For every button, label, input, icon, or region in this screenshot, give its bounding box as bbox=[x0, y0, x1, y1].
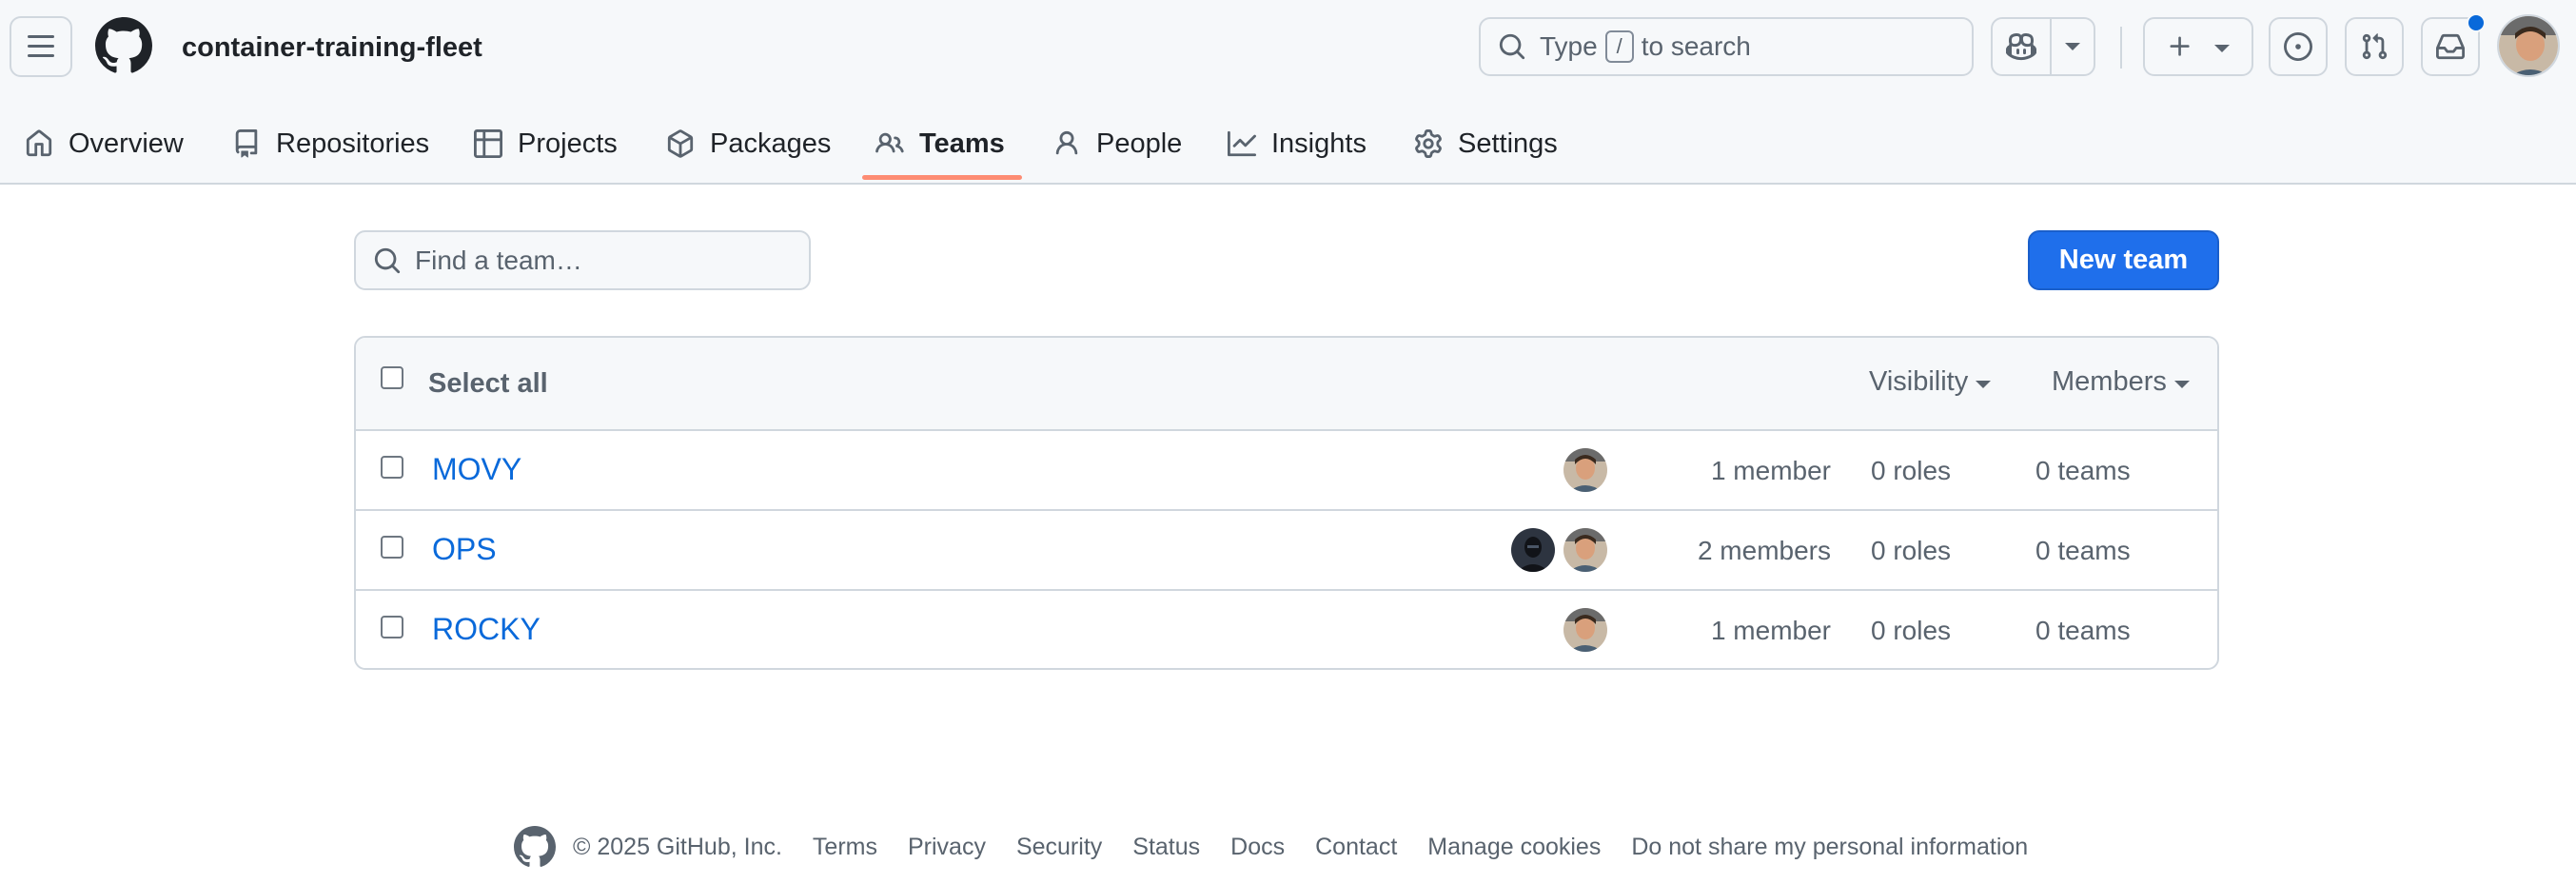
member-count[interactable]: 1 member bbox=[1593, 456, 1831, 486]
member-count[interactable]: 1 member bbox=[1593, 616, 1831, 646]
teams-table-header: Select all Visibility Members bbox=[356, 338, 2217, 431]
chevron-down-icon bbox=[2173, 380, 2190, 388]
github-mark-icon bbox=[95, 17, 152, 73]
copilot-dropdown-button[interactable] bbox=[2052, 43, 2094, 50]
tab-label: Packages bbox=[710, 128, 832, 159]
tab-repositories[interactable]: Repositories bbox=[232, 105, 429, 183]
copyright: © 2025 GitHub, Inc. bbox=[573, 833, 782, 860]
tab-projects[interactable]: Projects bbox=[474, 105, 618, 183]
row-checkbox[interactable] bbox=[381, 616, 403, 638]
footer-link-terms[interactable]: Terms bbox=[813, 834, 877, 861]
child-team-count: 0 teams bbox=[2035, 616, 2131, 645]
inbox-icon bbox=[2436, 33, 2465, 60]
chevron-down-icon bbox=[1976, 380, 1992, 388]
find-team-input[interactable]: Find a team… bbox=[354, 230, 811, 290]
tab-label: People bbox=[1096, 128, 1183, 159]
site-footer: © 2025 GitHub, Inc. Terms Privacy Securi… bbox=[514, 824, 2028, 870]
chevron-down-icon bbox=[2065, 43, 2080, 50]
user-avatar-button[interactable] bbox=[2497, 14, 2560, 77]
team-name-link[interactable]: ROCKY bbox=[432, 612, 541, 647]
table-icon bbox=[474, 129, 502, 158]
tab-label: Projects bbox=[518, 128, 618, 159]
copilot-button-group bbox=[1991, 17, 2095, 76]
search-shortcut-key: / bbox=[1604, 30, 1634, 63]
footer-link-contact[interactable]: Contact bbox=[1315, 834, 1397, 861]
members-filter-dropdown[interactable]: Members bbox=[2052, 366, 2190, 398]
selected-tab-indicator bbox=[862, 175, 1022, 180]
role-count: 0 roles bbox=[1871, 616, 1952, 645]
tab-label: Overview bbox=[69, 128, 184, 159]
tab-people[interactable]: People bbox=[1052, 105, 1182, 183]
table-row: ROCKY 1 member 0 roles 0 teams bbox=[356, 591, 2217, 668]
people-icon bbox=[875, 132, 904, 153]
select-all-label: Select all bbox=[428, 368, 548, 399]
visibility-filter-label: Visibility bbox=[1869, 366, 1969, 397]
create-new-button[interactable] bbox=[2143, 17, 2253, 76]
footer-link-security[interactable]: Security bbox=[1016, 834, 1102, 861]
search-icon bbox=[1499, 33, 1525, 60]
global-search-input[interactable]: Type / to search bbox=[1479, 17, 1974, 76]
team-name-link[interactable]: OPS bbox=[432, 532, 497, 567]
row-checkbox[interactable] bbox=[381, 536, 403, 559]
issues-button[interactable] bbox=[2269, 17, 2328, 76]
child-team-count: 0 teams bbox=[2035, 536, 2131, 565]
search-icon bbox=[374, 247, 401, 273]
search-placeholder-suffix: to search bbox=[1641, 31, 1751, 61]
tab-label: Settings bbox=[1458, 128, 1558, 159]
footer-link-manage-cookies[interactable]: Manage cookies bbox=[1427, 834, 1601, 861]
graph-icon bbox=[1228, 130, 1256, 157]
tab-insights[interactable]: Insights bbox=[1228, 105, 1367, 183]
member-count[interactable]: 2 members bbox=[1593, 536, 1831, 566]
row-checkbox[interactable] bbox=[381, 456, 403, 479]
select-all-checkbox[interactable] bbox=[381, 366, 403, 389]
new-team-button[interactable]: New team bbox=[2028, 230, 2219, 290]
footer-link-docs[interactable]: Docs bbox=[1230, 834, 1285, 861]
hamburger-icon bbox=[28, 35, 54, 57]
tab-label: Repositories bbox=[276, 128, 430, 159]
chevron-down-icon bbox=[2214, 45, 2230, 52]
tab-settings[interactable]: Settings bbox=[1414, 105, 1558, 183]
tab-overview[interactable]: Overview bbox=[25, 105, 184, 183]
package-icon bbox=[667, 129, 694, 158]
tab-packages[interactable]: Packages bbox=[666, 105, 831, 183]
footer-link-status[interactable]: Status bbox=[1132, 834, 1200, 861]
members-filter-label: Members bbox=[2052, 366, 2167, 397]
find-team-placeholder: Find a team… bbox=[415, 245, 582, 275]
issue-opened-icon bbox=[2284, 32, 2312, 61]
header-divider bbox=[2120, 27, 2122, 69]
copilot-icon bbox=[2006, 32, 2036, 61]
plus-icon bbox=[2170, 36, 2190, 56]
git-pull-request-icon bbox=[2362, 33, 2388, 60]
role-count: 0 roles bbox=[1871, 536, 1952, 565]
table-row: MOVY 1 member 0 roles 0 teams bbox=[356, 431, 2217, 511]
tab-label: Insights bbox=[1271, 128, 1367, 159]
role-count: 0 roles bbox=[1871, 456, 1952, 485]
search-placeholder-prefix: Type bbox=[1540, 31, 1598, 61]
footer-link-privacy[interactable]: Privacy bbox=[908, 834, 986, 861]
tab-label: Teams bbox=[919, 128, 1005, 159]
notification-indicator bbox=[2467, 13, 2486, 32]
pull-requests-button[interactable] bbox=[2345, 17, 2404, 76]
teams-table: Select all Visibility Members MOVY 1 mem… bbox=[354, 336, 2219, 670]
copilot-button[interactable] bbox=[1993, 19, 2052, 74]
org-name-link[interactable]: container-training-fleet bbox=[182, 29, 482, 67]
home-icon bbox=[26, 129, 52, 157]
avatar[interactable] bbox=[1509, 526, 1557, 574]
tab-teams[interactable]: Teams bbox=[875, 105, 1005, 183]
child-team-count: 0 teams bbox=[2035, 456, 2131, 485]
repo-icon bbox=[235, 129, 258, 158]
github-mark-icon[interactable] bbox=[514, 826, 556, 868]
gear-icon bbox=[1415, 129, 1442, 158]
person-icon bbox=[1055, 130, 1078, 155]
team-name-link[interactable]: MOVY bbox=[432, 452, 521, 487]
table-row: OPS 2 members 0 roles 0 teams bbox=[356, 511, 2217, 591]
hamburger-menu-button[interactable] bbox=[10, 16, 72, 77]
github-logo-link[interactable] bbox=[95, 17, 152, 74]
footer-link-do-not-share[interactable]: Do not share my personal information bbox=[1631, 834, 2028, 861]
visibility-filter-dropdown[interactable]: Visibility bbox=[1869, 366, 1992, 398]
